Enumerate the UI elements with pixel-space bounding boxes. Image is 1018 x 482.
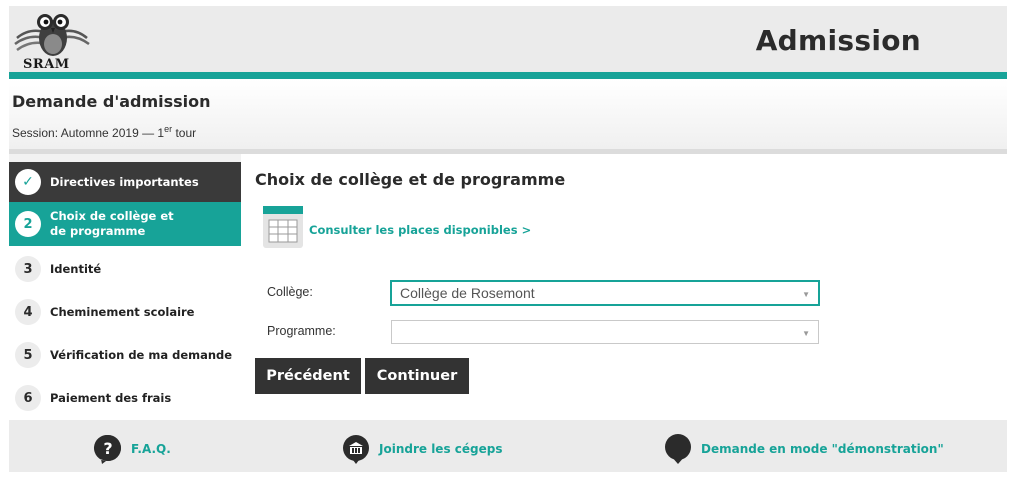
program-label: Programme:: [267, 324, 336, 338]
program-select[interactable]: ▼: [391, 320, 819, 344]
contact-cegeps-label: Joindre les cégeps: [379, 442, 503, 456]
step-label: Directives importantes: [50, 174, 199, 189]
faq-label: F.A.Q.: [131, 442, 171, 456]
step-college-program[interactable]: 2 Choix de collège et de programme: [9, 202, 241, 246]
available-places-link[interactable]: Consulter les places disponibles >: [309, 223, 531, 237]
step-number: 2: [15, 211, 41, 237]
svg-text:?: ?: [103, 439, 112, 458]
question-icon: ?: [93, 434, 121, 464]
session-superscript: er: [164, 124, 173, 134]
step-label: Identité: [50, 261, 102, 276]
site-header: SRAM Admission: [9, 6, 1007, 72]
step-number: 4: [15, 299, 41, 325]
request-header: Demande d'admission Session: Automne 201…: [9, 79, 1007, 149]
check-icon: ✓: [15, 169, 41, 195]
college-value: Collège de Rosemont: [400, 285, 535, 301]
step-number: 3: [15, 256, 41, 282]
demo-mode-label: Demande en mode "démonstration": [701, 442, 944, 456]
demo-mode-link[interactable]: Demande en mode "démonstration": [663, 434, 944, 464]
session-prefix: Session: Automne 2019 — 1: [12, 126, 165, 140]
continue-button[interactable]: Continuer: [365, 358, 469, 394]
step-label: Choix de collège et de programme: [50, 209, 174, 238]
logo-text: SRAM: [23, 57, 70, 72]
request-title: Demande d'admission: [12, 92, 211, 111]
step-label: Paiement des frais: [50, 390, 172, 405]
college-select[interactable]: Collège de Rosemont ▼: [391, 281, 819, 305]
step-paiement[interactable]: 6 Paiement des frais: [9, 383, 241, 413]
map-pin-icon: [665, 434, 691, 464]
site-footer: ? F.A.Q. Joindre les cégeps Demande en m…: [9, 420, 1007, 472]
step-number: 5: [15, 342, 41, 368]
step-label: Vérification de ma demande: [50, 347, 233, 362]
previous-button[interactable]: Précédent: [255, 358, 361, 394]
chevron-down-icon: ▼: [802, 290, 810, 299]
header-accent-bar: [9, 72, 1007, 79]
session-info: Session: Automne 2019 — 1er tour: [12, 124, 196, 140]
step-identite[interactable]: 3 Identité: [9, 254, 241, 284]
session-suffix: tour: [172, 126, 197, 140]
sram-logo[interactable]: SRAM: [11, 8, 93, 72]
page-frame: SRAM Admission Demande d'admission Sessi…: [9, 6, 1007, 472]
step-directives[interactable]: ✓ Directives importantes: [9, 162, 241, 202]
step-label: Cheminement scolaire: [50, 304, 195, 319]
table-icon: [263, 206, 303, 248]
site-title: Admission: [755, 24, 921, 57]
chevron-down-icon: ▼: [802, 329, 810, 338]
faq-link[interactable]: ? F.A.Q.: [93, 434, 171, 464]
contact-cegeps-link[interactable]: Joindre les cégeps: [341, 434, 502, 464]
building-icon: [343, 435, 369, 464]
college-label: Collège:: [267, 285, 313, 299]
main-panel: Choix de collège et de programme Consult…: [241, 154, 1007, 420]
step-verification[interactable]: 5 Vérification de ma demande: [9, 340, 241, 370]
step-number: 6: [15, 385, 41, 411]
step-cheminement[interactable]: 4 Cheminement scolaire: [9, 297, 241, 327]
steps-sidebar: ✓ Directives importantes 2 Choix de coll…: [9, 162, 241, 420]
page-title: Choix de collège et de programme: [255, 170, 566, 189]
